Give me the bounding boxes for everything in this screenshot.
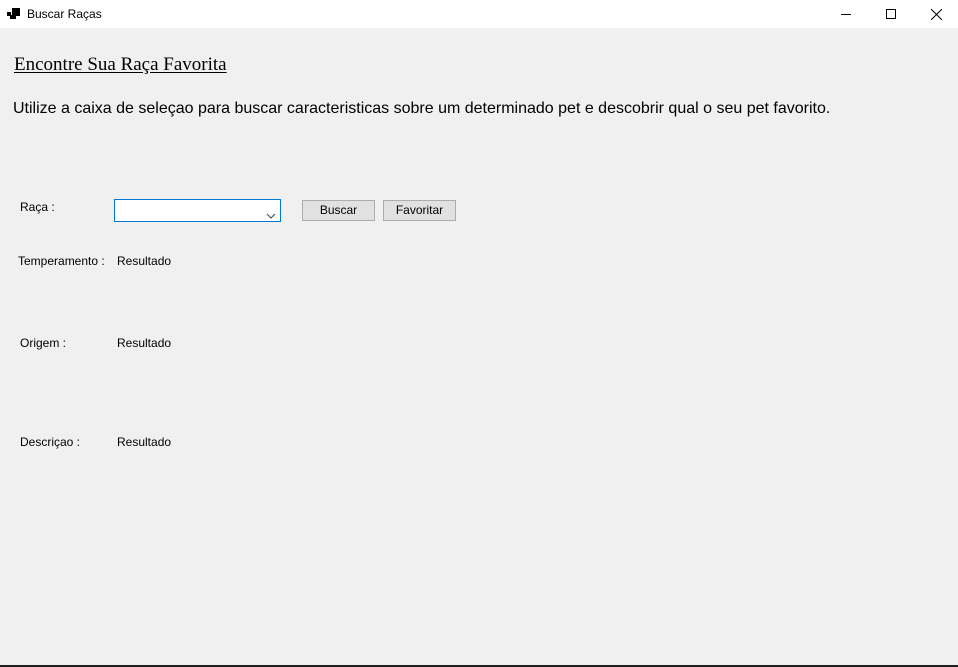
minimize-button[interactable] — [823, 0, 869, 28]
close-icon — [930, 8, 942, 20]
chevron-down-icon[interactable] — [266, 207, 276, 219]
raca-label: Raça : — [20, 200, 55, 214]
window-title: Buscar Raças — [27, 7, 102, 21]
origem-label: Origem : — [20, 336, 67, 350]
temperamento-label: Temperamento : — [18, 254, 105, 268]
title-bar[interactable]: Buscar Raças — [0, 0, 958, 28]
close-button[interactable] — [913, 0, 958, 28]
buscar-button[interactable]: Buscar — [302, 200, 375, 221]
main-window: Buscar Raças Encontre Sua Raça Favorita … — [0, 0, 958, 667]
descricao-label: Descriçao : — [20, 435, 81, 449]
app-icon — [7, 7, 21, 19]
minimize-icon — [841, 9, 851, 19]
page-title: Encontre Sua Raça Favorita — [14, 54, 227, 75]
temperamento-value: Resultado — [117, 254, 172, 268]
raca-combobox[interactable] — [114, 199, 281, 222]
favoritar-button[interactable]: Favoritar — [383, 200, 456, 221]
origem-value: Resultado — [117, 336, 172, 350]
maximize-icon — [886, 9, 896, 19]
descricao-value: Resultado — [117, 435, 172, 449]
maximize-button[interactable] — [868, 0, 914, 28]
intro-text: Utilize a caixa de seleçao para buscar c… — [13, 100, 831, 117]
